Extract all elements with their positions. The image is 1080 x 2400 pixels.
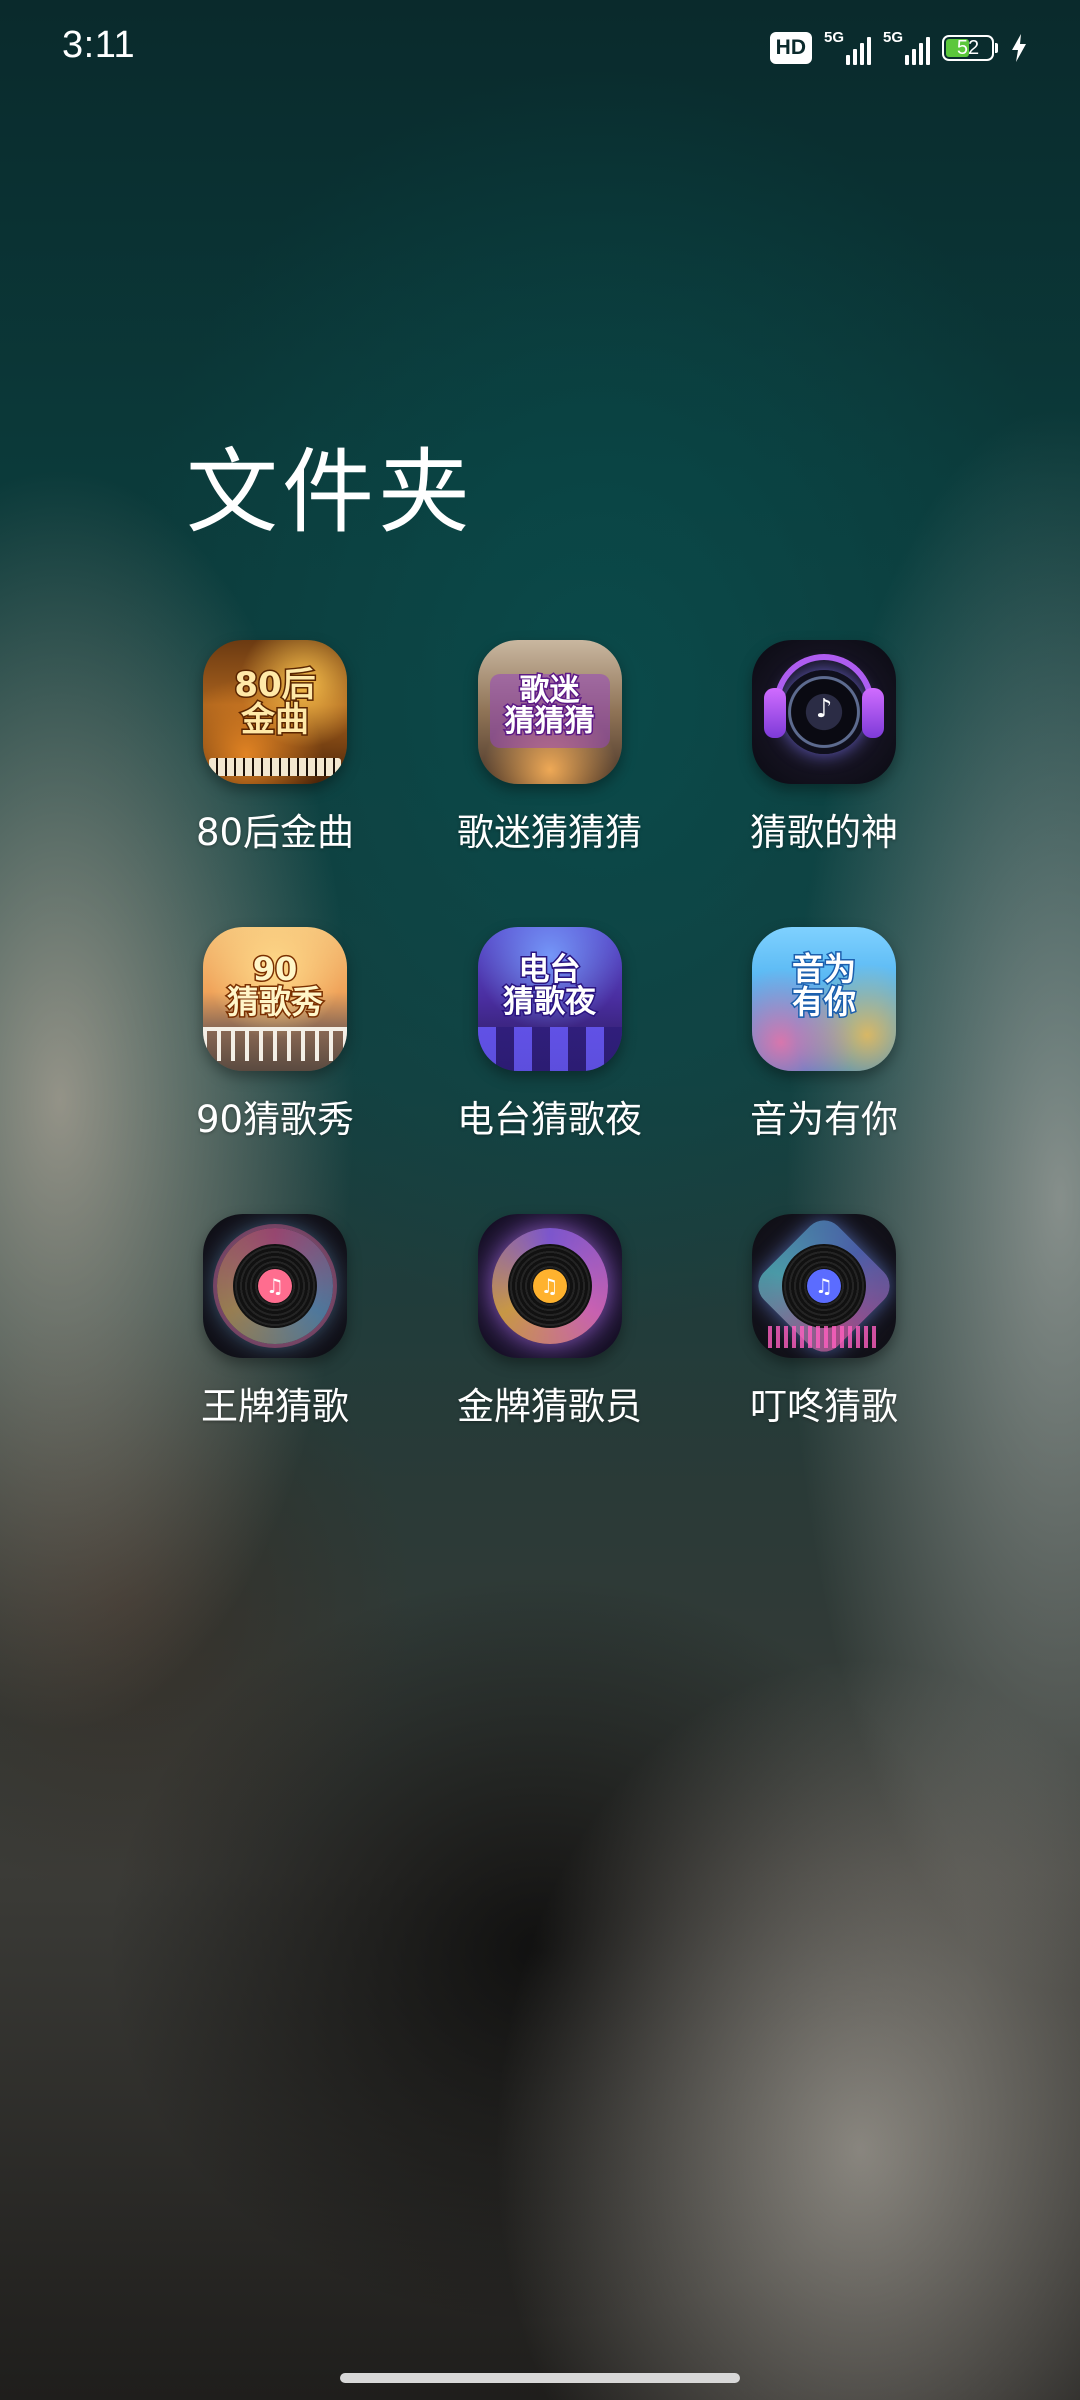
icon-text-80hou: 80后 金曲 [233, 665, 317, 740]
status-bar: 3:11 HD 5G 5G 52 [0, 0, 1080, 96]
hd-voice-icon: HD [769, 32, 812, 64]
headphones-icon[interactable]: ♪ [752, 640, 896, 784]
charging-bolt-icon [1012, 34, 1026, 62]
icon-text-gemi: 歌迷 猜猜猜 [503, 673, 596, 739]
app-icon-80hou-jinqu[interactable]: 80后 金曲 [203, 640, 347, 784]
icon-text-diantai: 电台 猜歌夜 [502, 952, 598, 1020]
battery-icon: 52 [942, 35, 998, 61]
folder-title[interactable]: 文件夹 [186, 418, 474, 551]
vinyl-record-icon[interactable]: ♫ [752, 1214, 896, 1358]
status-time: 3:11 [62, 24, 136, 66]
app-label: 电台猜歌夜 [457, 1098, 642, 1141]
app-label: 90猜歌秀 [195, 1098, 355, 1141]
app-label: 叮咚猜歌 [750, 1385, 898, 1428]
vinyl-record-icon[interactable]: ♫ [477, 1214, 622, 1358]
music-note-icon: ♫ [807, 1269, 841, 1303]
app-icon-90-caigexiu[interactable]: 90 猜歌秀 [203, 927, 347, 1071]
home-indicator[interactable] [340, 2373, 740, 2383]
app-90-caigexiu[interactable]: 90 猜歌秀 90猜歌秀 [150, 927, 400, 1214]
home-screen: 3:11 HD 5G 5G 52 文件夹 80后 金曲 80后金曲 歌迷 猜猜猜… [0, 0, 1080, 2400]
cellular-signal-1-icon: 5G [824, 29, 871, 65]
app-label: 金牌猜歌员 [457, 1385, 642, 1428]
app-icon-yinwei-youni[interactable]: 音为 有你 [752, 927, 896, 1071]
app-jinpai-caigeyuan[interactable]: ♫ 金牌猜歌员 [412, 1214, 687, 1501]
app-icon-gemi-caicaicai[interactable]: 歌迷 猜猜猜 [477, 640, 622, 784]
app-label: 歌迷猜猜猜 [457, 811, 642, 854]
network-type-1-label: 5G [824, 29, 845, 46]
app-wangpai-caige[interactable]: ♫ 王牌猜歌 [150, 1214, 400, 1501]
app-label: 音为有你 [750, 1098, 898, 1141]
app-dingdong-caige[interactable]: ♫ 叮咚猜歌 [699, 1214, 949, 1501]
app-caige-deshen[interactable]: ♪ 猜歌的神 [699, 640, 949, 927]
app-diantai-caigeye[interactable]: 电台 猜歌夜 电台猜歌夜 [412, 927, 687, 1214]
vinyl-record-icon[interactable]: ♫ [203, 1214, 347, 1358]
icon-text-90: 90 猜歌秀 [225, 950, 324, 1021]
app-icon-diantai-caigeye[interactable]: 电台 猜歌夜 [477, 927, 622, 1071]
app-label: 猜歌的神 [750, 811, 898, 854]
app-label: 80后金曲 [195, 811, 355, 854]
status-icons: HD 5G 5G 52 [769, 28, 1028, 68]
icon-text-yinwei: 音为 有你 [790, 950, 857, 1021]
music-note-icon: ♫ [258, 1269, 292, 1303]
network-type-2-label: 5G [883, 29, 904, 46]
app-gemi-caicaicai[interactable]: 歌迷 猜猜猜 歌迷猜猜猜 [412, 640, 687, 927]
cellular-signal-2-icon: 5G [883, 29, 930, 65]
folder-app-grid: 80后 金曲 80后金曲 歌迷 猜猜猜 歌迷猜猜猜 ♪ 猜歌的神 90 猜歌秀 … [150, 640, 950, 1501]
app-80hou-jinqu[interactable]: 80后 金曲 80后金曲 [150, 640, 400, 927]
app-yinwei-youni[interactable]: 音为 有你 音为有你 [699, 927, 949, 1214]
app-label: 王牌猜歌 [201, 1385, 349, 1428]
battery-level: 52 [956, 37, 980, 59]
music-note-icon: ♪ [815, 694, 833, 724]
music-note-icon: ♫ [532, 1269, 567, 1303]
